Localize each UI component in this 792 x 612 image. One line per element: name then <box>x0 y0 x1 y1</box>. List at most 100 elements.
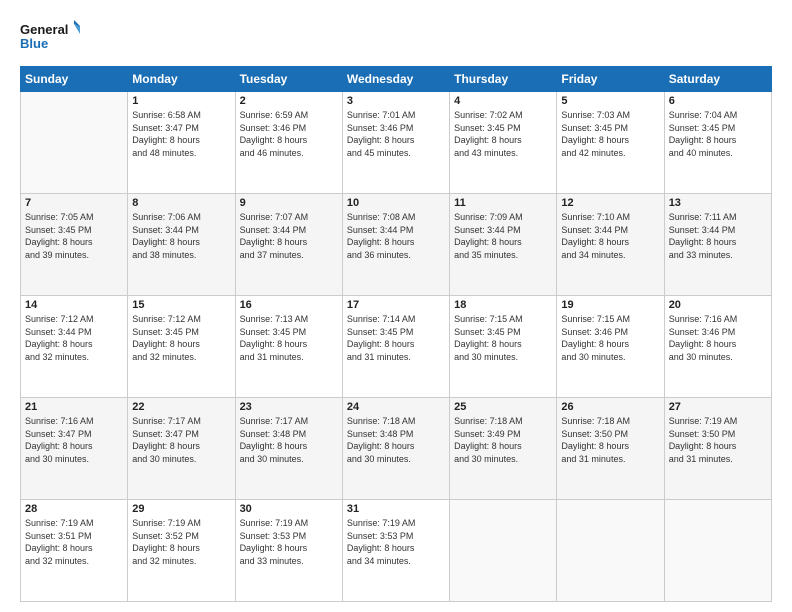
calendar-cell: 8 Sunrise: 7:06 AM Sunset: 3:44 PM Daylig… <box>128 194 235 296</box>
calendar-cell: 3Sunrise: 7:01 AM Sunset: 3:46 PM Daylig… <box>342 92 449 194</box>
day-number: 9 <box>240 197 338 209</box>
logo-svg: General Blue <box>20 18 80 58</box>
day-number: 30 <box>240 503 338 515</box>
day-info: Sunrise: 7:05 AM Sunset: 3:45 PM Dayligh… <box>25 211 123 261</box>
calendar-header-row: SundayMondayTuesdayWednesdayThursdayFrid… <box>21 67 772 92</box>
calendar-cell: 18Sunrise: 7:15 AM Sunset: 3:45 PM Dayli… <box>450 296 557 398</box>
col-header-wednesday: Wednesday <box>342 67 449 92</box>
logo: General Blue <box>20 18 80 58</box>
calendar-cell: 10Sunrise: 7:08 AM Sunset: 3:44 PM Dayli… <box>342 194 449 296</box>
day-number: 7 <box>25 197 123 209</box>
calendar-cell <box>557 500 664 602</box>
col-header-friday: Friday <box>557 67 664 92</box>
calendar-cell: 23 Sunrise: 7:17 AM Sunset: 3:48 PM Dayli… <box>235 398 342 500</box>
svg-text:General: General <box>20 22 68 37</box>
day-number: 14 <box>25 299 123 311</box>
day-number: 23 <box>240 401 338 413</box>
calendar-cell: 11 Sunrise: 7:09 AM Sunset: 3:44 PM Dayli… <box>450 194 557 296</box>
calendar-week-row: 1 Sunrise: 6:58 AM Sunset: 3:47 PM Daylig… <box>21 92 772 194</box>
day-number: 26 <box>561 401 659 413</box>
day-number: 8 <box>132 197 230 209</box>
day-number: 20 <box>669 299 767 311</box>
day-info: Sunrise: 7:17 AM Sunset: 3:48 PM Dayligh… <box>240 415 338 465</box>
day-number: 27 <box>669 401 767 413</box>
day-number: 10 <box>347 197 445 209</box>
calendar-cell: 16Sunrise: 7:13 AM Sunset: 3:45 PM Dayli… <box>235 296 342 398</box>
col-header-tuesday: Tuesday <box>235 67 342 92</box>
calendar-week-row: 7 Sunrise: 7:05 AM Sunset: 3:45 PM Daylig… <box>21 194 772 296</box>
day-info: Sunrise: 7:07 AM Sunset: 3:44 PM Dayligh… <box>240 211 338 261</box>
svg-text:Blue: Blue <box>20 36 48 51</box>
day-info: Sunrise: 7:19 AM Sunset: 3:53 PM Dayligh… <box>347 517 445 567</box>
day-info: Sunrise: 6:59 AM Sunset: 3:46 PM Dayligh… <box>240 109 338 159</box>
col-header-saturday: Saturday <box>664 67 771 92</box>
day-info: Sunrise: 6:58 AM Sunset: 3:47 PM Dayligh… <box>132 109 230 159</box>
day-info: Sunrise: 7:09 AM Sunset: 3:44 PM Dayligh… <box>454 211 552 261</box>
day-number: 12 <box>561 197 659 209</box>
day-number: 2 <box>240 95 338 107</box>
day-info: Sunrise: 7:19 AM Sunset: 3:51 PM Dayligh… <box>25 517 123 567</box>
day-number: 22 <box>132 401 230 413</box>
calendar-cell: 20 Sunrise: 7:16 AM Sunset: 3:46 PM Dayli… <box>664 296 771 398</box>
page: General Blue SundayMondayTuesdayWednesda… <box>0 0 792 612</box>
day-info: Sunrise: 7:04 AM Sunset: 3:45 PM Dayligh… <box>669 109 767 159</box>
calendar-cell: 27Sunrise: 7:19 AM Sunset: 3:50 PM Dayli… <box>664 398 771 500</box>
day-number: 21 <box>25 401 123 413</box>
day-number: 15 <box>132 299 230 311</box>
calendar-cell: 24 Sunrise: 7:18 AM Sunset: 3:48 PM Dayli… <box>342 398 449 500</box>
day-number: 28 <box>25 503 123 515</box>
day-number: 6 <box>669 95 767 107</box>
calendar-cell: 12 Sunrise: 7:10 AM Sunset: 3:44 PM Dayli… <box>557 194 664 296</box>
day-info: Sunrise: 7:12 AM Sunset: 3:44 PM Dayligh… <box>25 313 123 363</box>
day-info: Sunrise: 7:02 AM Sunset: 3:45 PM Dayligh… <box>454 109 552 159</box>
calendar-cell: 30 Sunrise: 7:19 AM Sunset: 3:53 PM Dayli… <box>235 500 342 602</box>
calendar-cell: 5 Sunrise: 7:03 AM Sunset: 3:45 PM Daylig… <box>557 92 664 194</box>
day-info: Sunrise: 7:12 AM Sunset: 3:45 PM Dayligh… <box>132 313 230 363</box>
calendar-cell: 2 Sunrise: 6:59 AM Sunset: 3:46 PM Daylig… <box>235 92 342 194</box>
calendar-cell: 19 Sunrise: 7:15 AM Sunset: 3:46 PM Dayli… <box>557 296 664 398</box>
day-info: Sunrise: 7:19 AM Sunset: 3:52 PM Dayligh… <box>132 517 230 567</box>
day-info: Sunrise: 7:18 AM Sunset: 3:49 PM Dayligh… <box>454 415 552 465</box>
day-number: 1 <box>132 95 230 107</box>
day-info: Sunrise: 7:19 AM Sunset: 3:53 PM Dayligh… <box>240 517 338 567</box>
day-number: 13 <box>669 197 767 209</box>
calendar-cell: 15 Sunrise: 7:12 AM Sunset: 3:45 PM Dayli… <box>128 296 235 398</box>
calendar-cell: 13 Sunrise: 7:11 AM Sunset: 3:44 PM Dayli… <box>664 194 771 296</box>
calendar-cell: 21 Sunrise: 7:16 AM Sunset: 3:47 PM Dayli… <box>21 398 128 500</box>
col-header-thursday: Thursday <box>450 67 557 92</box>
day-number: 5 <box>561 95 659 107</box>
day-info: Sunrise: 7:03 AM Sunset: 3:45 PM Dayligh… <box>561 109 659 159</box>
calendar-week-row: 21 Sunrise: 7:16 AM Sunset: 3:47 PM Dayli… <box>21 398 772 500</box>
day-number: 11 <box>454 197 552 209</box>
col-header-monday: Monday <box>128 67 235 92</box>
calendar-cell <box>664 500 771 602</box>
day-info: Sunrise: 7:16 AM Sunset: 3:47 PM Dayligh… <box>25 415 123 465</box>
day-info: Sunrise: 7:15 AM Sunset: 3:46 PM Dayligh… <box>561 313 659 363</box>
calendar-table: SundayMondayTuesdayWednesdayThursdayFrid… <box>20 66 772 602</box>
day-info: Sunrise: 7:17 AM Sunset: 3:47 PM Dayligh… <box>132 415 230 465</box>
calendar-cell: 4 Sunrise: 7:02 AM Sunset: 3:45 PM Daylig… <box>450 92 557 194</box>
col-header-sunday: Sunday <box>21 67 128 92</box>
day-info: Sunrise: 7:18 AM Sunset: 3:50 PM Dayligh… <box>561 415 659 465</box>
day-info: Sunrise: 7:10 AM Sunset: 3:44 PM Dayligh… <box>561 211 659 261</box>
day-info: Sunrise: 7:18 AM Sunset: 3:48 PM Dayligh… <box>347 415 445 465</box>
day-info: Sunrise: 7:15 AM Sunset: 3:45 PM Dayligh… <box>454 313 552 363</box>
header: General Blue <box>20 18 772 58</box>
day-number: 29 <box>132 503 230 515</box>
day-number: 19 <box>561 299 659 311</box>
calendar-cell: 26 Sunrise: 7:18 AM Sunset: 3:50 PM Dayli… <box>557 398 664 500</box>
day-info: Sunrise: 7:06 AM Sunset: 3:44 PM Dayligh… <box>132 211 230 261</box>
day-number: 31 <box>347 503 445 515</box>
day-number: 4 <box>454 95 552 107</box>
day-info: Sunrise: 7:16 AM Sunset: 3:46 PM Dayligh… <box>669 313 767 363</box>
day-info: Sunrise: 7:11 AM Sunset: 3:44 PM Dayligh… <box>669 211 767 261</box>
calendar-cell: 9 Sunrise: 7:07 AM Sunset: 3:44 PM Daylig… <box>235 194 342 296</box>
calendar-cell: 7 Sunrise: 7:05 AM Sunset: 3:45 PM Daylig… <box>21 194 128 296</box>
calendar-cell: 31 Sunrise: 7:19 AM Sunset: 3:53 PM Dayli… <box>342 500 449 602</box>
calendar-cell: 29 Sunrise: 7:19 AM Sunset: 3:52 PM Dayli… <box>128 500 235 602</box>
calendar-cell: 25Sunrise: 7:18 AM Sunset: 3:49 PM Dayli… <box>450 398 557 500</box>
day-number: 24 <box>347 401 445 413</box>
calendar-cell: 22 Sunrise: 7:17 AM Sunset: 3:47 PM Dayli… <box>128 398 235 500</box>
day-info: Sunrise: 7:14 AM Sunset: 3:45 PM Dayligh… <box>347 313 445 363</box>
day-number: 16 <box>240 299 338 311</box>
